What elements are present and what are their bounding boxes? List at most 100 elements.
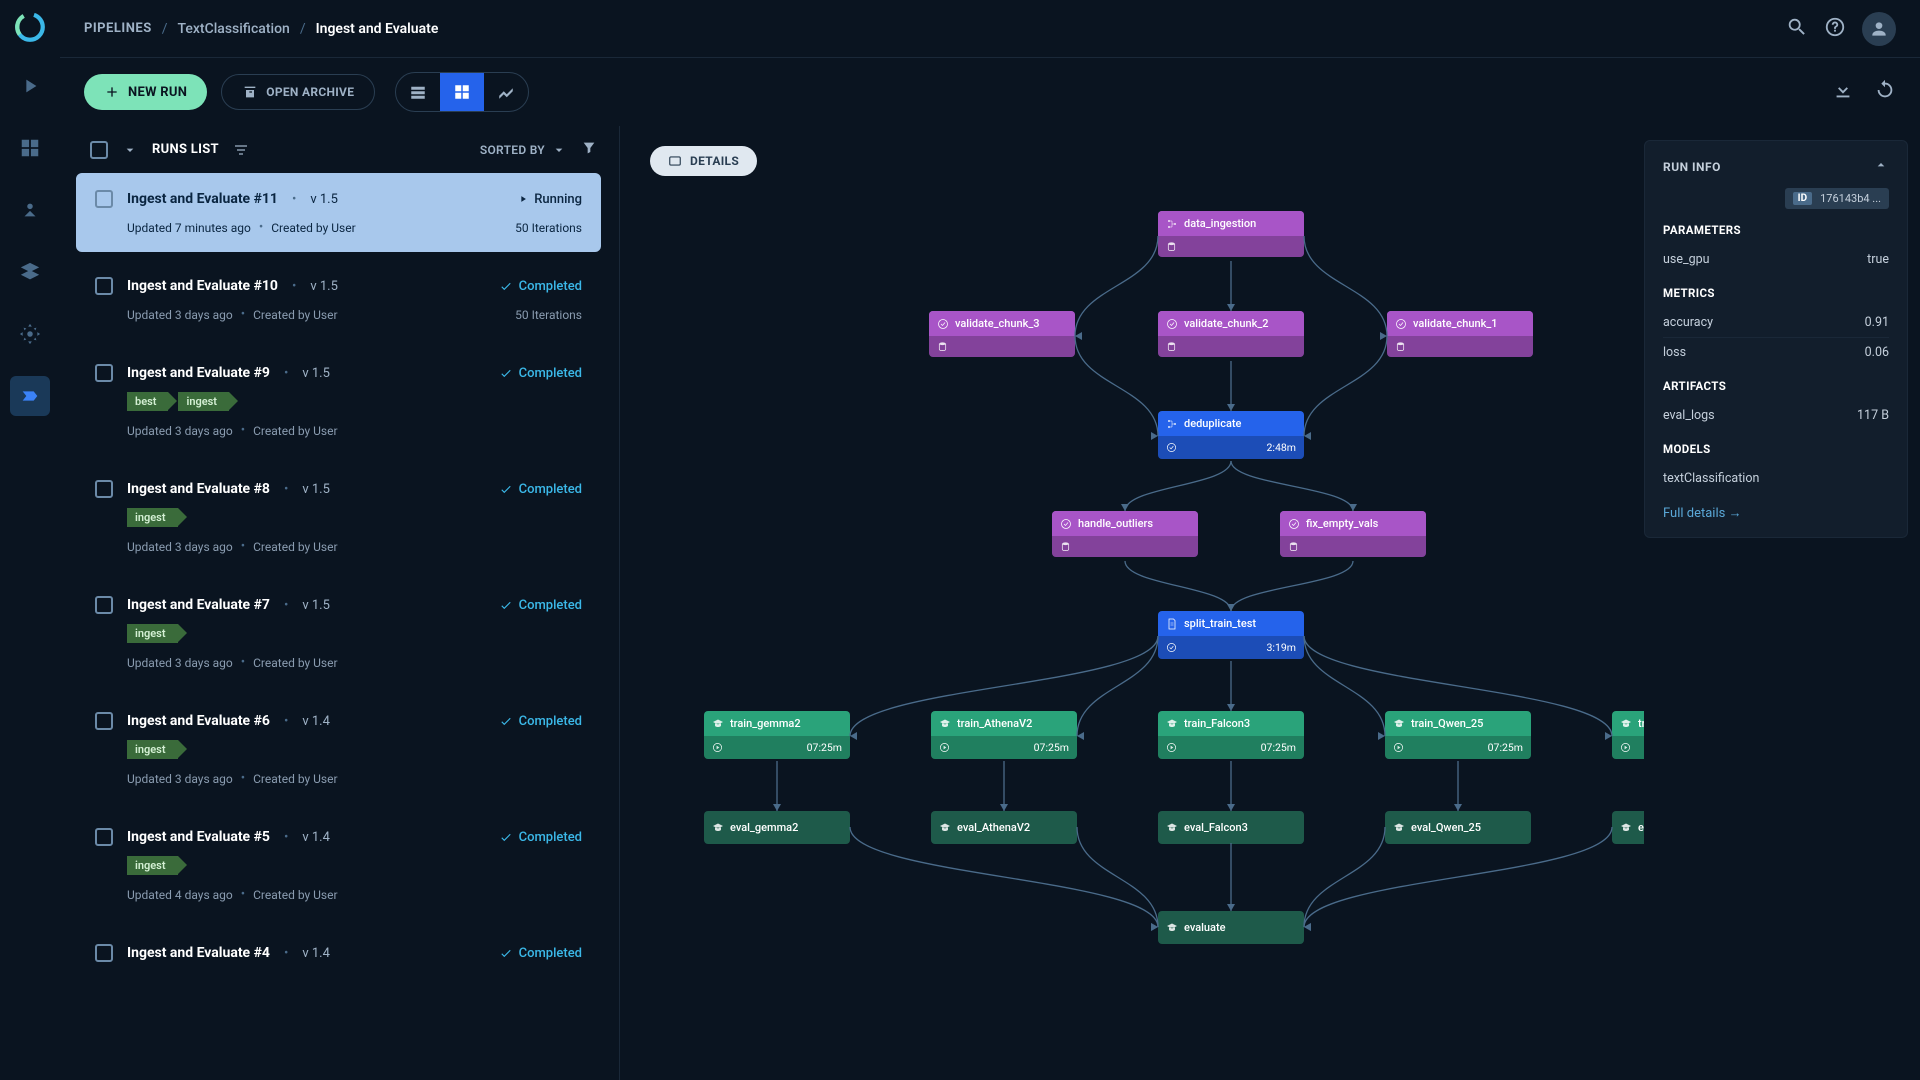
view-list-icon[interactable]	[396, 73, 440, 111]
run-tag[interactable]: ingest	[127, 856, 178, 875]
download-icon[interactable]	[1832, 79, 1854, 105]
graph-node-eval_llama_33[interactable]: eval_llama_33	[1612, 811, 1644, 844]
run-tag[interactable]: ingest	[127, 508, 178, 527]
graph-node-eval_Qwen_25[interactable]: eval_Qwen_25	[1385, 811, 1531, 844]
graph-node-split_train_test[interactable]: split_train_test3:19m	[1158, 611, 1304, 659]
graph-node-data_ingestion[interactable]: data_ingestion	[1158, 211, 1304, 257]
run-version: v 1.5	[302, 366, 330, 381]
graph-node-train_gemma2[interactable]: train_gemma207:25m	[704, 711, 850, 759]
run-version: v 1.5	[310, 279, 338, 294]
run-updated: Updated 3 days ago	[127, 540, 233, 554]
nav-pipelines-icon[interactable]	[10, 376, 50, 416]
breadcrumb-parent[interactable]: TextClassification	[177, 21, 289, 37]
graph-node-handle_outliers[interactable]: handle_outliers	[1052, 511, 1198, 557]
chevron-down-icon	[551, 142, 567, 158]
run-card[interactable]: Ingest and Evaluate #11•v 1.5RunningUpda…	[76, 173, 601, 252]
view-chart-icon[interactable]	[484, 73, 528, 111]
run-tag[interactable]: ingest	[127, 740, 178, 759]
run-card[interactable]: Ingest and Evaluate #6•v 1.4Completeding…	[76, 695, 601, 803]
nav-server-icon[interactable]	[10, 190, 50, 230]
graph-node-evaluate[interactable]: evaluate	[1158, 911, 1304, 944]
run-checkbox[interactable]	[95, 712, 113, 730]
parameters-heading: PARAMETERS	[1663, 223, 1889, 237]
collapse-icon[interactable]	[1873, 157, 1889, 176]
select-all-checkbox[interactable]	[90, 141, 108, 159]
run-title: Ingest and Evaluate #8	[127, 481, 270, 497]
nav-settings-icon[interactable]	[10, 314, 50, 354]
run-checkbox[interactable]	[95, 480, 113, 498]
run-card[interactable]: Ingest and Evaluate #8•v 1.5Completeding…	[76, 463, 601, 571]
run-updated: Updated 3 days ago	[127, 308, 233, 322]
graph-node-eval_Falcon3[interactable]: eval_Falcon3	[1158, 811, 1304, 844]
run-version: v 1.4	[302, 830, 330, 845]
nav-layers-icon[interactable]	[10, 252, 50, 292]
chevron-down-icon[interactable]	[122, 142, 138, 158]
breadcrumb-root[interactable]: PIPELINES	[84, 21, 152, 36]
panel-title: RUN INFO	[1663, 160, 1721, 174]
app-logo[interactable]	[13, 10, 47, 44]
run-checkbox[interactable]	[95, 277, 113, 295]
user-avatar[interactable]	[1862, 12, 1896, 46]
toolbar: NEW RUN OPEN ARCHIVE	[60, 58, 1920, 126]
run-checkbox[interactable]	[95, 190, 113, 208]
kv-row: textClassification	[1663, 464, 1889, 493]
graph-node-train_Qwen_25[interactable]: train_Qwen_2507:25m	[1385, 711, 1531, 759]
graph-node-train_Falcon3[interactable]: train_Falcon307:25m	[1158, 711, 1304, 759]
new-run-button[interactable]: NEW RUN	[84, 74, 207, 110]
archive-icon	[242, 84, 258, 100]
view-toggle	[395, 72, 529, 112]
graph-node-validate_chunk_1[interactable]: validate_chunk_1	[1387, 311, 1533, 357]
graph-canvas[interactable]: DETAILS data_ingestionvalidate_chunk_1va…	[620, 126, 1644, 1080]
nav-play-icon[interactable]	[10, 66, 50, 106]
metrics-heading: METRICS	[1663, 286, 1889, 300]
run-iterations: 50 Iterations	[515, 221, 582, 235]
run-checkbox[interactable]	[95, 364, 113, 382]
graph-node-train_AthenaV2[interactable]: train_AthenaV207:25m	[931, 711, 1077, 759]
refresh-icon[interactable]	[1874, 79, 1896, 105]
full-details-link[interactable]: Full details →	[1663, 505, 1742, 521]
graph-node-validate_chunk_3[interactable]: validate_chunk_3	[929, 311, 1075, 357]
breadcrumb-current: Ingest and Evaluate	[316, 21, 439, 37]
run-status: Completed	[499, 714, 582, 729]
run-card[interactable]: Ingest and Evaluate #7•v 1.5Completeding…	[76, 579, 601, 687]
help-icon[interactable]	[1824, 16, 1846, 42]
graph-node-deduplicate[interactable]: deduplicate2:48m	[1158, 411, 1304, 459]
run-status: Completed	[499, 946, 582, 961]
run-status: Completed	[499, 830, 582, 845]
run-tag[interactable]: best	[127, 392, 168, 411]
graph-node-validate_chunk_2[interactable]: validate_chunk_2	[1158, 311, 1304, 357]
search-icon[interactable]	[1786, 16, 1808, 42]
run-version: v 1.4	[302, 714, 330, 729]
run-checkbox[interactable]	[95, 828, 113, 846]
sorted-by-dropdown[interactable]: SORTED BY	[480, 142, 567, 158]
runs-panel: RUNS LIST SORTED BY Ingest and Evaluate …	[60, 126, 620, 1080]
run-checkbox[interactable]	[95, 596, 113, 614]
run-version: v 1.5	[302, 482, 330, 497]
run-tag[interactable]: ingest	[178, 392, 229, 411]
graph-node-eval_gemma2[interactable]: eval_gemma2	[704, 811, 850, 844]
run-checkbox[interactable]	[95, 944, 113, 962]
run-updated: Updated 3 days ago	[127, 656, 233, 670]
run-card[interactable]: Ingest and Evaluate #9•v 1.5Completedbes…	[76, 347, 601, 455]
filter-icon[interactable]	[581, 140, 597, 159]
run-status: Completed	[499, 366, 582, 381]
graph-node-eval_AthenaV2[interactable]: eval_AthenaV2	[931, 811, 1077, 844]
run-id-chip[interactable]: ID 176143b4 ...	[1785, 188, 1889, 209]
run-card[interactable]: Ingest and Evaluate #5•v 1.4Completeding…	[76, 811, 601, 919]
kv-row: eval_logs117 B	[1663, 401, 1889, 430]
run-updated: Updated 4 days ago	[127, 888, 233, 902]
run-title: Ingest and Evaluate #7	[127, 597, 270, 613]
open-archive-button[interactable]: OPEN ARCHIVE	[221, 74, 375, 110]
graph-node-fix_empty_vals[interactable]: fix_empty_vals	[1280, 511, 1426, 557]
nav-grid-icon[interactable]	[10, 128, 50, 168]
settings-icon[interactable]	[233, 142, 249, 158]
run-tag[interactable]: ingest	[127, 624, 178, 643]
run-creator: Created by User	[253, 888, 337, 902]
graph-node-train_llama_33[interactable]: train_llama_3307:27m	[1612, 711, 1644, 759]
plus-icon	[104, 84, 120, 100]
view-graph-icon[interactable]	[440, 73, 484, 111]
run-card[interactable]: Ingest and Evaluate #4•v 1.4Completed	[76, 927, 601, 979]
kv-row: loss0.06	[1663, 338, 1889, 367]
run-card[interactable]: Ingest and Evaluate #10•v 1.5CompletedUp…	[76, 260, 601, 339]
run-title: Ingest and Evaluate #11	[127, 191, 278, 207]
